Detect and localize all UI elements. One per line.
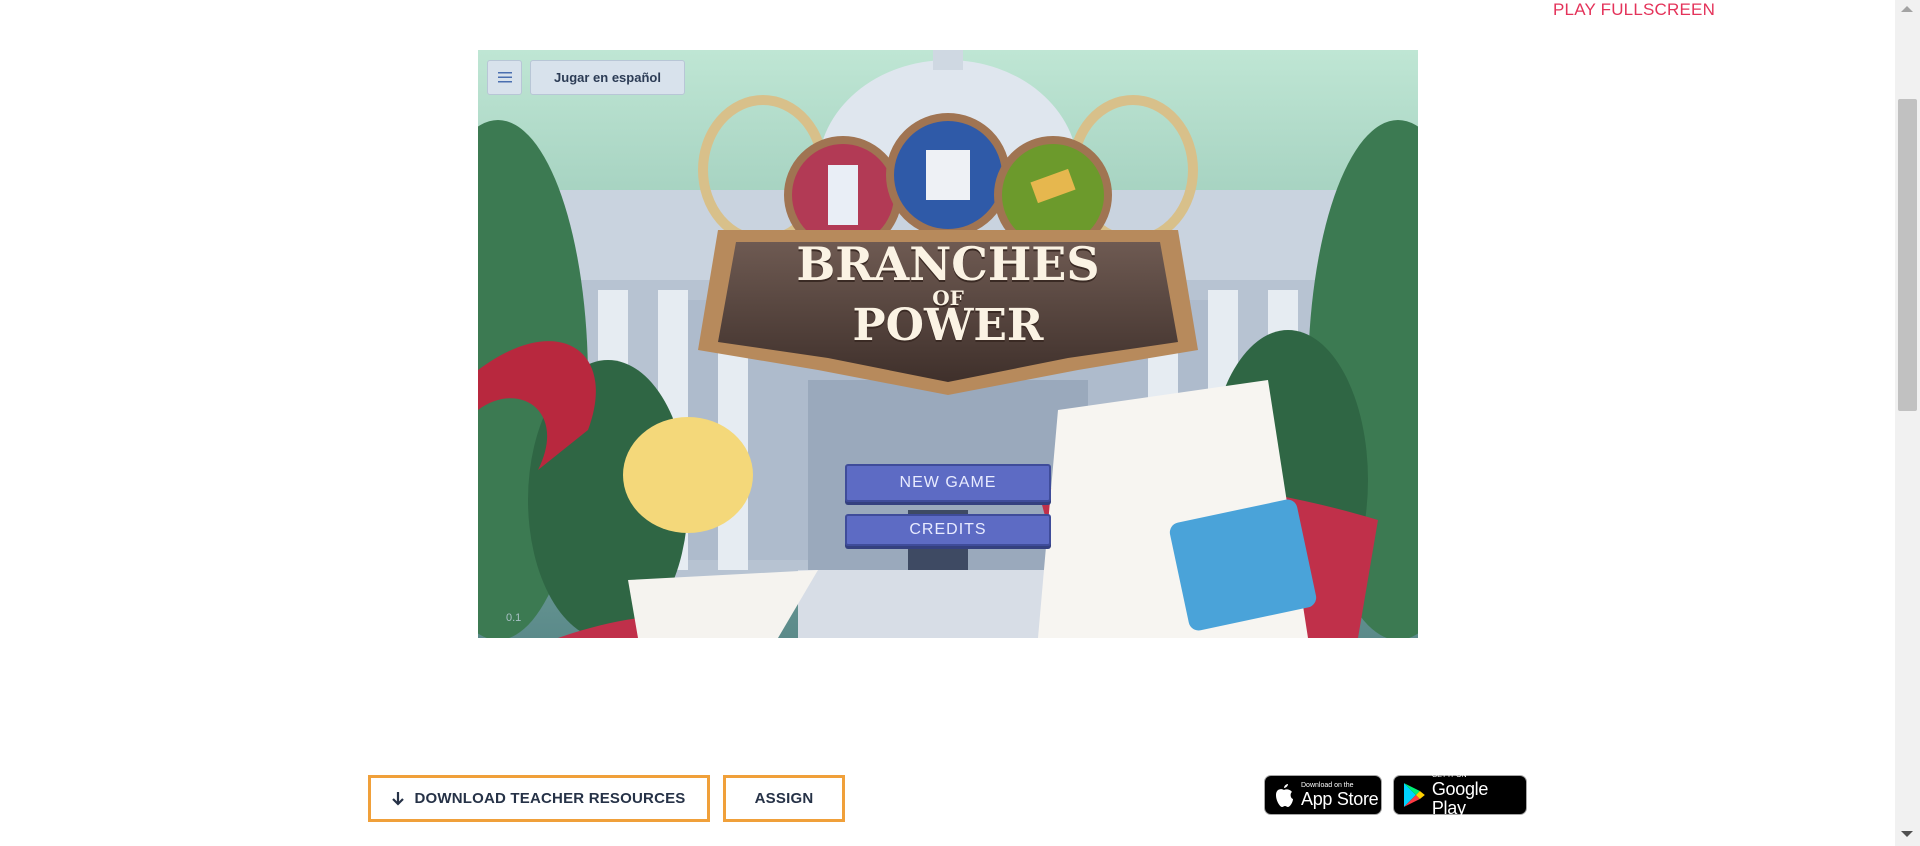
credits-button[interactable]: CREDITS xyxy=(845,514,1051,546)
new-game-button[interactable]: NEW GAME xyxy=(845,464,1051,502)
google-play-icon xyxy=(1403,783,1425,807)
scroll-down-arrow-icon[interactable] xyxy=(1901,831,1913,837)
assign-button[interactable]: ASSIGN xyxy=(723,775,845,822)
version-label: 0.1 xyxy=(506,612,522,624)
game-canvas[interactable]: BRANCHES OF POWER Jugar en español NEW G… xyxy=(478,50,1418,638)
download-teacher-resources-button[interactable]: DOWNLOAD TEACHER RESOURCES xyxy=(368,775,710,822)
app-store-badge[interactable]: Download on the App Store xyxy=(1264,775,1382,815)
apple-icon xyxy=(1276,784,1293,807)
scrollbar-thumb[interactable] xyxy=(1898,99,1917,411)
play-fullscreen-link[interactable]: PLAY FULLSCREEN xyxy=(1553,0,1715,20)
title-power: POWER xyxy=(852,300,1044,351)
title-branches: BRANCHES xyxy=(796,237,1100,291)
spanish-language-button[interactable]: Jugar en español xyxy=(530,60,685,95)
hamburger-menu-icon xyxy=(497,72,512,83)
app-store-big-text: App Store xyxy=(1301,788,1379,809)
google-play-big-text: Google Play xyxy=(1431,779,1489,818)
arrow-down-icon xyxy=(392,791,405,806)
google-play-badge[interactable]: GET IT ON Google Play xyxy=(1393,772,1527,818)
game-menu-button[interactable] xyxy=(487,60,522,95)
download-label: DOWNLOAD TEACHER RESOURCES xyxy=(414,790,686,807)
scroll-up-arrow-icon[interactable] xyxy=(1901,6,1913,12)
